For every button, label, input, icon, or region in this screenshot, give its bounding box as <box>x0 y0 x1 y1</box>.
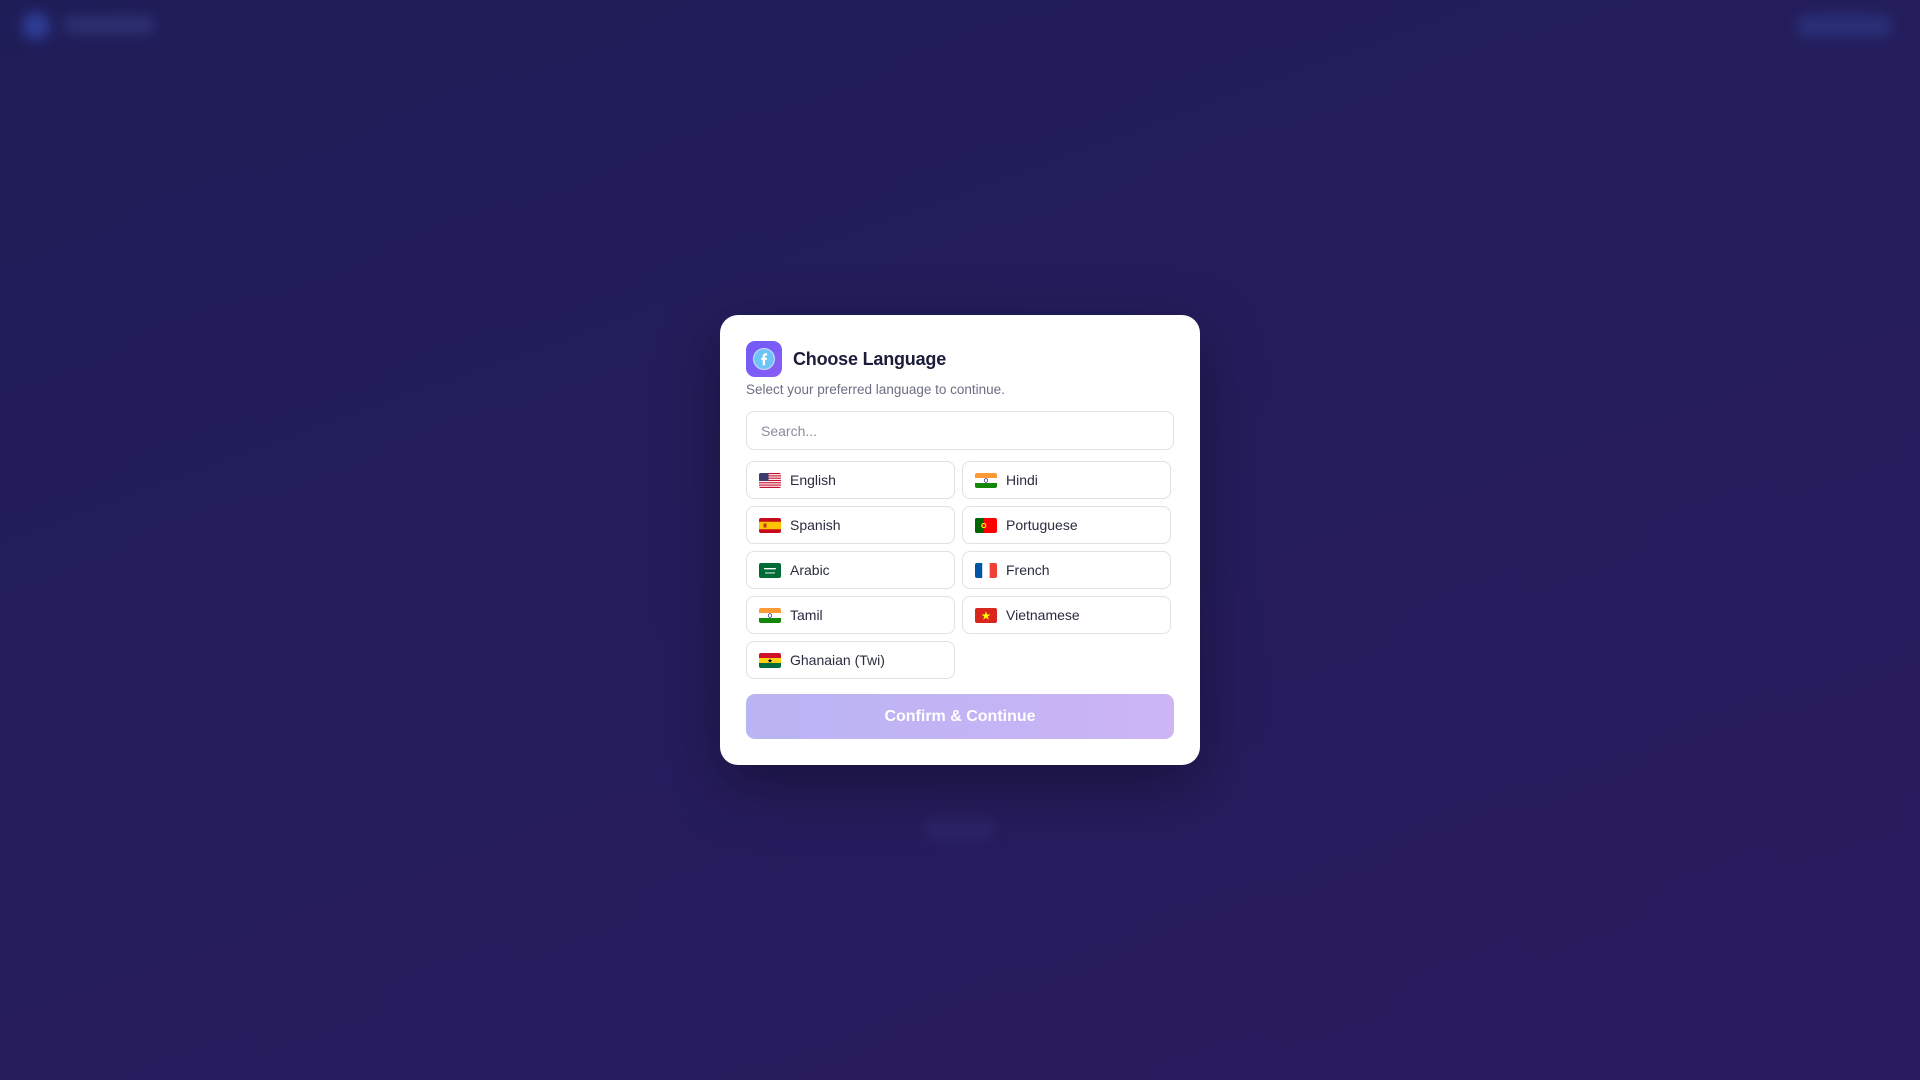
modal-title: Choose Language <box>793 348 947 369</box>
language-modal: Choose Language Select your preferred la… <box>720 315 1200 765</box>
language-option-french[interactable]: French <box>962 551 1171 589</box>
language-option-spanish[interactable]: Spanish <box>746 506 955 544</box>
india-flag-icon <box>975 472 997 488</box>
us-flag-icon <box>759 472 781 488</box>
language-label: French <box>1006 562 1050 578</box>
modal-header: Choose Language <box>746 341 1174 377</box>
language-grid: English Hindi Spanish Portuguese Arabic … <box>746 461 1174 679</box>
background-logo <box>22 12 50 40</box>
language-label: Spanish <box>790 517 841 533</box>
language-label: Arabic <box>790 562 830 578</box>
language-label: Tamil <box>790 607 823 623</box>
language-search-input[interactable] <box>746 411 1174 450</box>
language-option-english[interactable]: English <box>746 461 955 499</box>
saudi-arabia-flag-icon <box>759 562 781 578</box>
language-label: Vietnamese <box>1006 607 1080 623</box>
india-flag-icon <box>759 607 781 623</box>
ghana-flag-icon <box>759 652 781 668</box>
confirm-continue-button[interactable]: Confirm & Continue <box>746 694 1174 739</box>
vietnam-flag-icon <box>975 607 997 623</box>
background-brand <box>64 16 154 34</box>
language-label: Ghanaian (Twi) <box>790 652 885 668</box>
spain-flag-icon <box>759 517 781 533</box>
language-option-portuguese[interactable]: Portuguese <box>962 506 1171 544</box>
language-option-arabic[interactable]: Arabic <box>746 551 955 589</box>
language-option-ghanaian-twi[interactable]: Ghanaian (Twi) <box>746 641 955 679</box>
france-flag-icon <box>975 562 997 578</box>
modal-subtitle: Select your preferred language to contin… <box>746 382 1005 397</box>
language-label: Hindi <box>1006 472 1038 488</box>
app-logo-icon <box>746 341 782 377</box>
language-option-vietnamese[interactable]: Vietnamese <box>962 596 1171 634</box>
language-option-hindi[interactable]: Hindi <box>962 461 1171 499</box>
language-option-tamil[interactable]: Tamil <box>746 596 955 634</box>
background-footer-element <box>925 818 995 842</box>
language-label: Portuguese <box>1006 517 1078 533</box>
portugal-flag-icon <box>975 517 997 533</box>
background-header-action <box>1796 14 1892 38</box>
language-label: English <box>790 472 836 488</box>
